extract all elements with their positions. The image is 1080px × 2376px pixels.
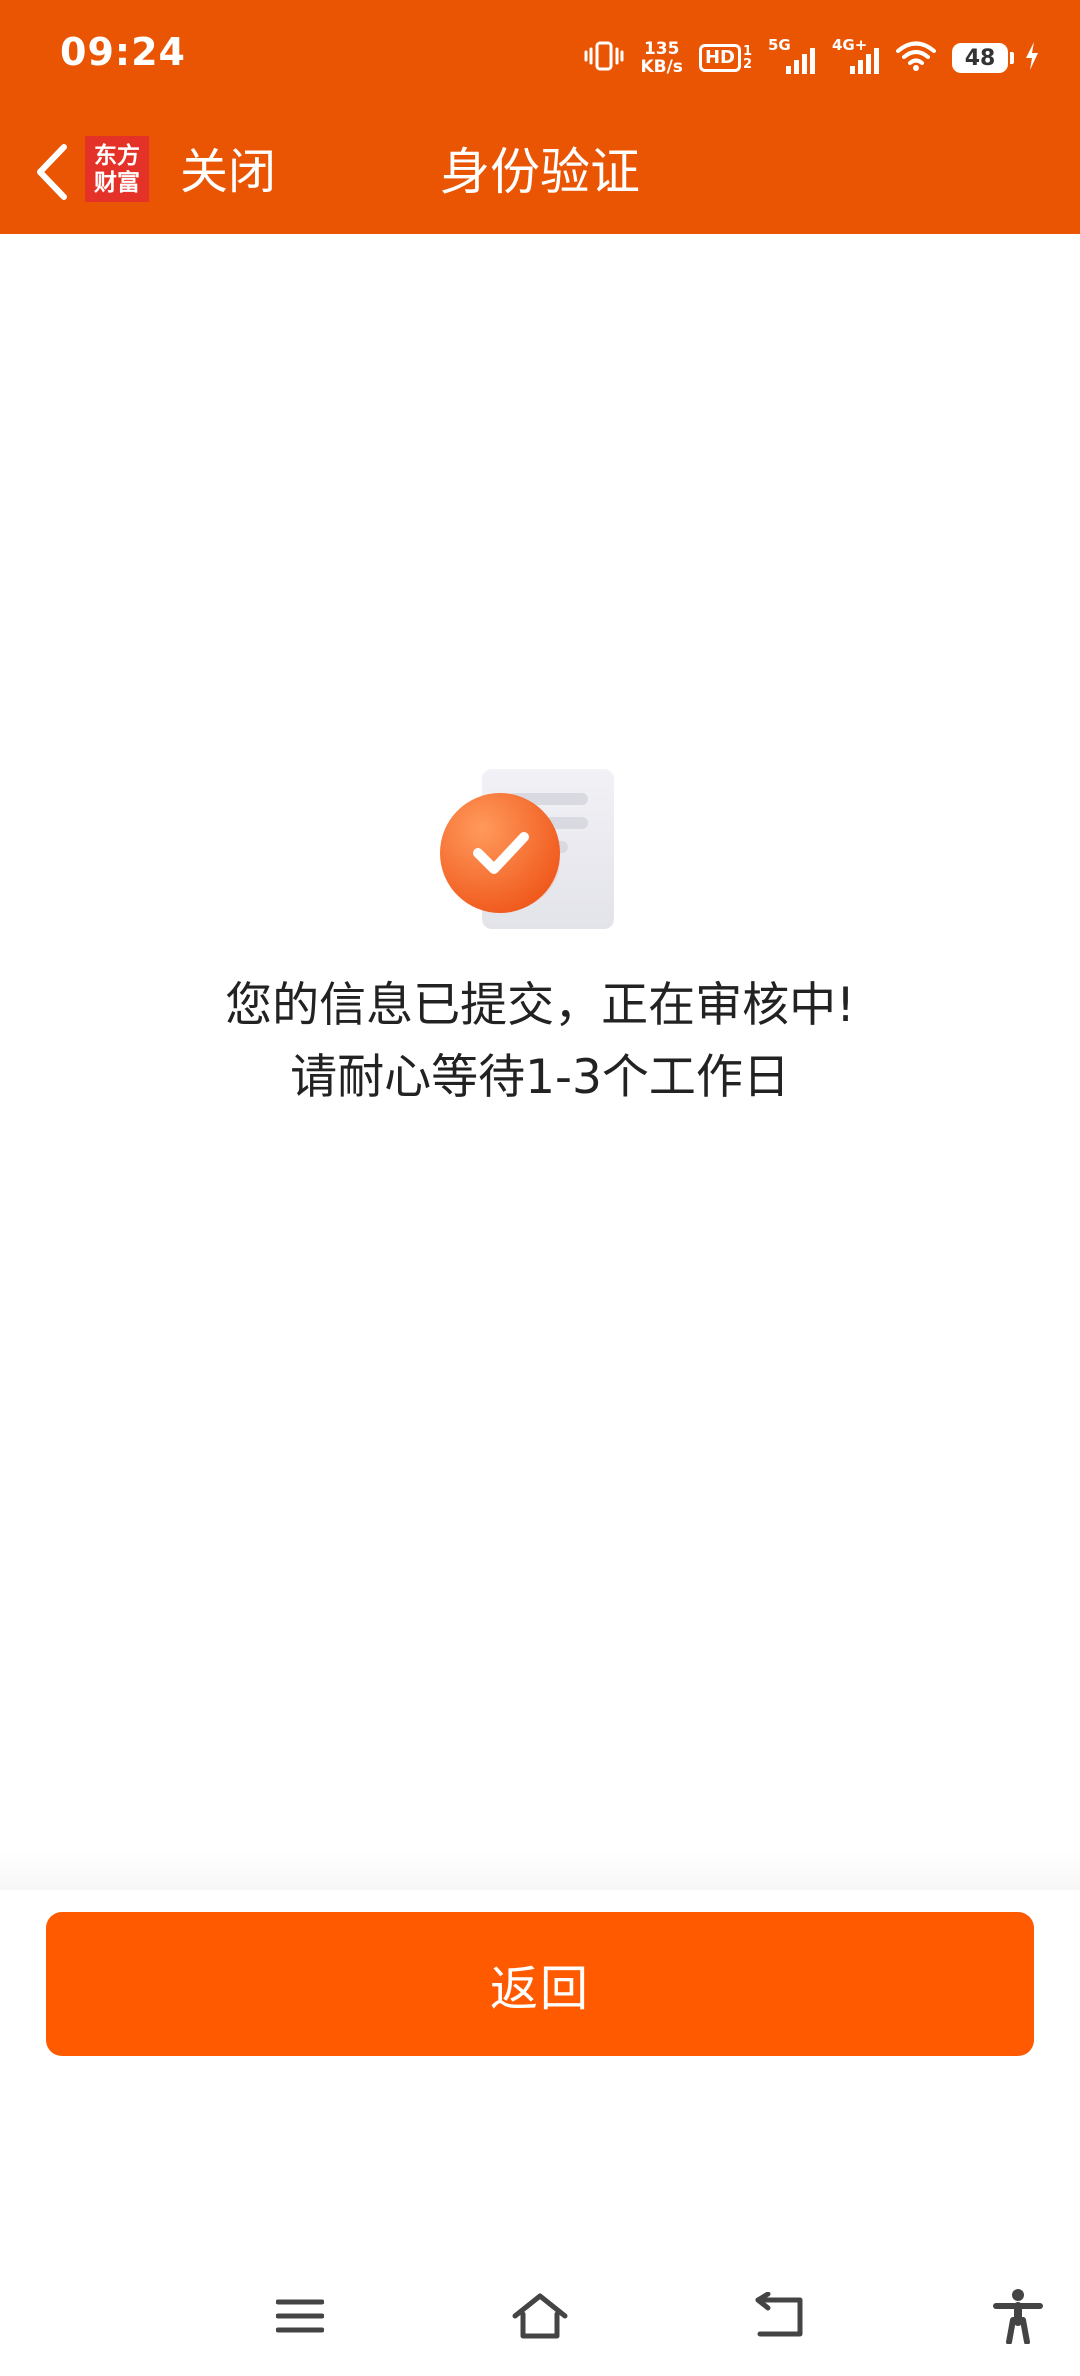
back-button[interactable] [20, 132, 84, 212]
logo-line1: 东方 [94, 142, 140, 169]
app-logo: 东方 财富 [85, 136, 149, 202]
message-line1: 您的信息已提交，正在审核中! [225, 978, 855, 1033]
signal-4g-icon: 4G+ [832, 36, 880, 76]
vibrate-icon [584, 39, 624, 77]
nav-bar: 东方 财富 关闭 身份验证 [0, 110, 1080, 234]
system-nav-bar [0, 2270, 1080, 2360]
battery-level: 48 [964, 45, 996, 71]
submitted-document-check-icon [438, 765, 618, 935]
home-icon[interactable] [510, 2286, 570, 2346]
status-icons: 135 KB/s HD 12 5G 4G+ 48 [584, 30, 1040, 86]
net-speed-unit: KB/s [640, 57, 683, 77]
page-title: 身份验证 [440, 143, 640, 201]
hd-label: HD [698, 44, 741, 72]
review-message: 您的信息已提交，正在审核中! 请耐心等待1-3个工作日 [0, 970, 1080, 1114]
charging-icon [1024, 41, 1040, 75]
net-speed-value: 135 [643, 39, 680, 59]
hd-icon: HD 12 [698, 44, 752, 72]
accessibility-icon[interactable] [988, 2286, 1048, 2346]
chevron-left-icon [37, 144, 67, 200]
back-icon[interactable] [750, 2286, 810, 2346]
close-button[interactable]: 关闭 [180, 134, 276, 210]
status-bar: 09:24 135 KB/s HD 12 5G 4G+ 48 [0, 0, 1080, 110]
return-button[interactable]: 返回 [46, 1912, 1034, 2056]
menu-icon[interactable] [270, 2286, 330, 2346]
signal-5g-icon: 5G [768, 36, 816, 76]
bottom-divider [0, 1850, 1080, 1890]
logo-line2: 财富 [94, 169, 140, 196]
status-time: 09:24 [60, 30, 186, 74]
net-speed: 135 KB/s [640, 40, 682, 76]
wifi-icon [896, 40, 936, 76]
message-line2: 请耐心等待1-3个工作日 [290, 1050, 790, 1105]
battery-icon: 48 [952, 43, 1014, 73]
